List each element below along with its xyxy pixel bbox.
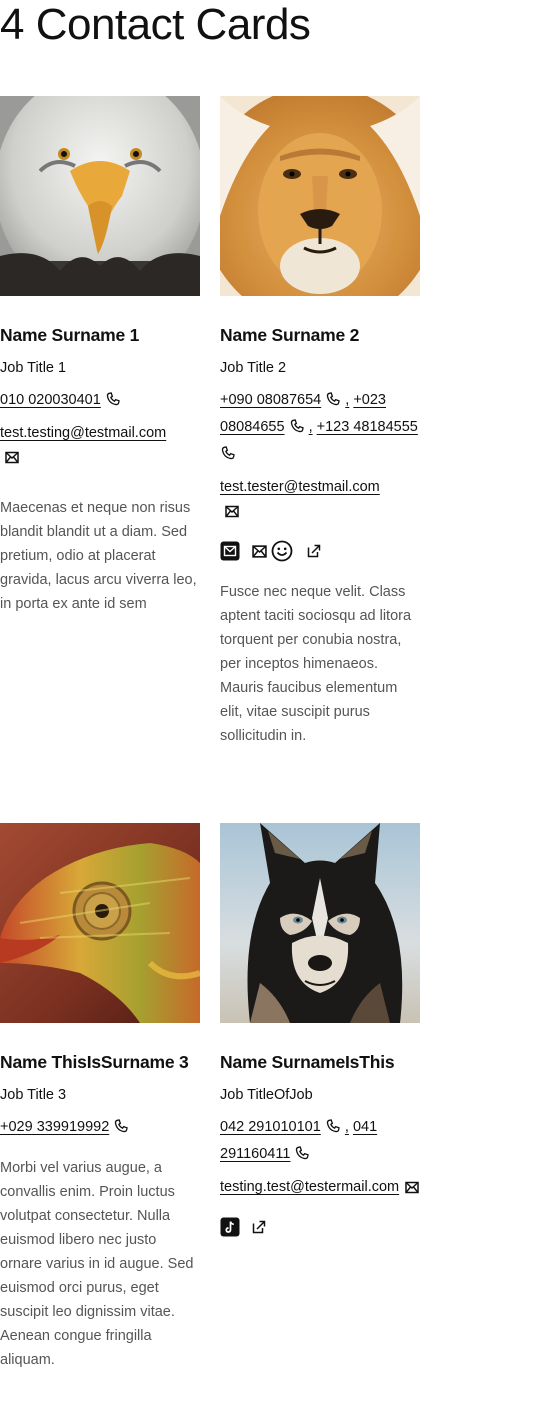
job-title: Job Title 3 bbox=[0, 1087, 67, 1103]
phone-icon bbox=[105, 391, 121, 415]
bio-text: Fusce nec neque velit. Class aptent taci… bbox=[220, 584, 412, 744]
separator: , bbox=[345, 392, 350, 408]
email-line: test.testing@testmail.com bbox=[0, 421, 200, 472]
job-title: Job Title 2 bbox=[220, 360, 287, 376]
phone-list: +029 339919992 bbox=[0, 1115, 200, 1142]
separator: , bbox=[344, 1119, 349, 1135]
contact-card-2: Name Surname 2 Job Title 2 +090 08087654… bbox=[220, 96, 420, 748]
contact-name: Name Surname 1 bbox=[0, 325, 140, 345]
lion-photo bbox=[220, 96, 420, 296]
phone-link[interactable]: +090 08087654 bbox=[220, 392, 321, 408]
contact-name: Name ThisIsSurname 3 bbox=[0, 1052, 189, 1072]
phone-list: +090 08087654 , +023 08084655 , +123 481… bbox=[220, 388, 420, 469]
phone-link[interactable]: +123 48184555 bbox=[317, 419, 418, 435]
mail-icon bbox=[405, 1178, 419, 1202]
external-link-icon[interactable] bbox=[307, 544, 321, 558]
eagle-photo bbox=[0, 96, 200, 296]
phone-list: 010 020030401 bbox=[0, 388, 200, 415]
social-links bbox=[220, 1214, 420, 1240]
tiktok-icon[interactable] bbox=[220, 1217, 240, 1237]
mail-square-icon[interactable] bbox=[220, 541, 240, 561]
contact-card-3: Name ThisIsSurname 3 Job Title 3 +029 33… bbox=[0, 823, 200, 1372]
bio-text: Morbi vel varius augue, a convallis enim… bbox=[0, 1160, 194, 1368]
phone-icon bbox=[289, 418, 305, 442]
chameleon-photo bbox=[0, 823, 200, 1023]
separator: , bbox=[308, 419, 313, 435]
phone-icon bbox=[325, 391, 341, 415]
phone-link[interactable]: 010 020030401 bbox=[0, 392, 101, 408]
bio-text: Maecenas et neque non risus blandit blan… bbox=[0, 500, 197, 612]
husky-photo bbox=[220, 823, 420, 1023]
phone-icon bbox=[113, 1118, 129, 1142]
email-link[interactable]: test.testing@testmail.com bbox=[0, 425, 166, 441]
mail-icon bbox=[225, 502, 239, 526]
email-line: testing.test@testermail.com bbox=[220, 1175, 420, 1202]
external-link-icon[interactable] bbox=[252, 1220, 266, 1234]
contact-card-1: Name Surname 1 Job Title 1 010 020030401… bbox=[0, 96, 200, 616]
social-links bbox=[220, 538, 420, 564]
contact-card-4: Name SurnameIsThis Job TitleOfJob 042 29… bbox=[220, 823, 420, 1240]
phone-list: 042 291010101 , 041 291160411 bbox=[220, 1115, 420, 1169]
phone-link[interactable]: +029 339919992 bbox=[0, 1119, 109, 1135]
phone-icon bbox=[220, 445, 236, 469]
mail-icon[interactable] bbox=[252, 544, 267, 558]
smiley-icon[interactable] bbox=[271, 540, 293, 562]
email-line: test.tester@testmail.com bbox=[220, 475, 420, 526]
phone-link[interactable]: 042 291010101 bbox=[220, 1119, 321, 1135]
mail-icon bbox=[5, 448, 19, 472]
page-title: 4 Contact Cards bbox=[0, 0, 311, 49]
contact-name: Name SurnameIsThis bbox=[220, 1052, 395, 1072]
contact-name: Name Surname 2 bbox=[220, 325, 360, 345]
phone-icon bbox=[325, 1118, 341, 1142]
phone-icon bbox=[294, 1145, 310, 1169]
job-title: Job TitleOfJob bbox=[220, 1087, 313, 1103]
email-link[interactable]: test.tester@testmail.com bbox=[220, 479, 380, 495]
job-title: Job Title 1 bbox=[0, 360, 67, 376]
email-link[interactable]: testing.test@testermail.com bbox=[220, 1179, 399, 1195]
